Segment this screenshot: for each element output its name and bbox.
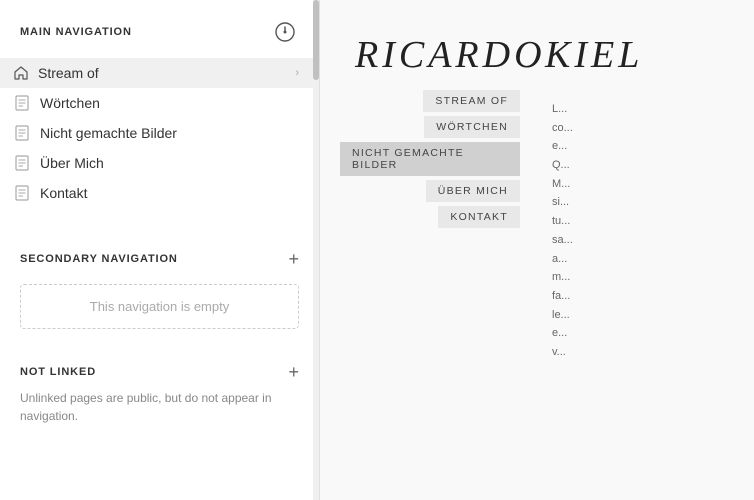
not-linked-description: Unlinked pages are public, but do not ap…: [0, 389, 319, 435]
nav-item-label-woertchen: Wörtchen: [40, 95, 299, 111]
settings-icon[interactable]: [271, 18, 299, 46]
preview-menu-item-ueber-mich: ÜBER MICH: [426, 180, 520, 202]
scrollbar-track[interactable]: [313, 0, 319, 500]
nav-item-woertchen[interactable]: Wörtchen: [0, 88, 319, 118]
preview-menu-item-woertchen: WÖRTCHEN: [424, 116, 520, 138]
secondary-nav-section: SECONDARY NAVIGATION + This navigation i…: [0, 236, 319, 349]
scrollbar-thumb[interactable]: [313, 0, 319, 80]
right-panel: RICARDO KIEL STREAM OF WÖRTCHEN NICHT GE…: [320, 0, 754, 500]
add-not-linked-button[interactable]: +: [288, 363, 299, 381]
page-icon: [14, 125, 30, 141]
preview-menu-item-stream-of: STREAM OF: [423, 90, 520, 112]
not-linked-title: NOT LINKED: [20, 366, 96, 378]
page-icon: [14, 155, 30, 171]
page-icon: [14, 95, 30, 111]
preview-area: RICARDO KIEL STREAM OF WÖRTCHEN NICHT GE…: [320, 0, 754, 500]
home-icon: [14, 65, 30, 81]
nav-item-ueber-mich[interactable]: Über Mich: [0, 148, 319, 178]
add-secondary-nav-button[interactable]: +: [288, 250, 299, 268]
svg-text:RICARDO: RICARDO: [354, 34, 546, 76]
chevron-right-icon: ›: [295, 67, 299, 79]
secondary-nav-header: SECONDARY NAVIGATION +: [0, 236, 319, 280]
nav-item-kontakt[interactable]: Kontakt: [0, 178, 319, 208]
site-logo: RICARDO KIEL: [340, 20, 754, 85]
main-nav-header: MAIN NAVIGATION: [0, 0, 319, 58]
nav-item-label-nicht-gemachte-bilder: Nicht gemachte Bilder: [40, 125, 299, 141]
nav-item-label-ueber-mich: Über Mich: [40, 155, 299, 171]
left-panel: MAIN NAVIGATION Stream of ›: [0, 0, 320, 500]
secondary-nav-title: SECONDARY NAVIGATION: [20, 253, 178, 265]
nav-item-label-stream-of: Stream of: [38, 65, 295, 81]
preview-menu-item-kontakt: KONTAKT: [438, 206, 520, 228]
nav-item-stream-of[interactable]: Stream of ›: [0, 58, 319, 88]
main-nav-title: MAIN NAVIGATION: [20, 26, 132, 38]
empty-nav-placeholder: This navigation is empty: [20, 284, 299, 329]
svg-text:KIEL: KIEL: [544, 34, 643, 76]
nav-item-nicht-gemachte-bilder[interactable]: Nicht gemachte Bilder: [0, 118, 319, 148]
not-linked-header: NOT LINKED +: [0, 349, 319, 389]
preview-menu-item-nicht-gemachte-bilder: NICHT GEMACHTE BILDER: [340, 142, 520, 176]
nav-item-label-kontakt: Kontakt: [40, 185, 299, 201]
page-icon: [14, 185, 30, 201]
not-linked-section: NOT LINKED + Unlinked pages are public, …: [0, 349, 319, 443]
main-nav-list: Stream of › Wörtchen: [0, 58, 319, 216]
